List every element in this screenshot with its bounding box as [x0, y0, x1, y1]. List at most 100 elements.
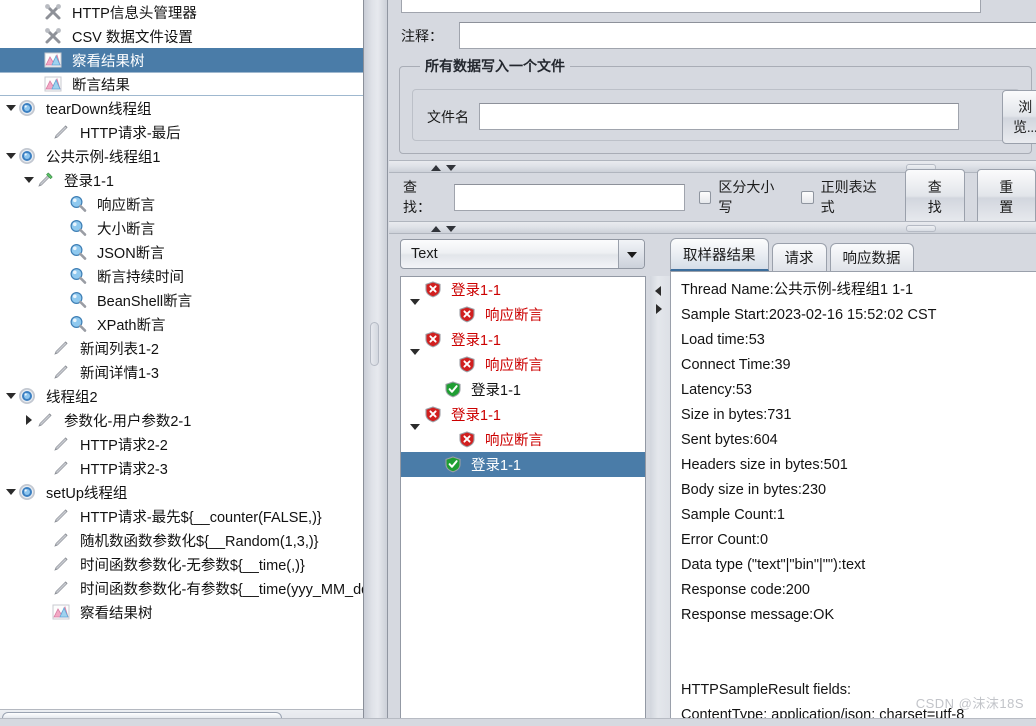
tree-item[interactable]: 察看结果树 — [0, 48, 363, 72]
comment-input[interactable] — [459, 22, 1036, 49]
tree-toggle-spacer — [38, 528, 52, 552]
tab-0[interactable]: 取样器结果 — [670, 238, 769, 271]
tree-item[interactable]: 察看结果树 — [0, 600, 363, 624]
main-vertical-splitter[interactable] — [364, 0, 388, 726]
tree-item[interactable]: BeanShell断言 — [0, 288, 363, 312]
chevron-down-icon[interactable] — [22, 168, 36, 192]
results-tree-row[interactable]: 登录1-1 — [401, 452, 645, 477]
pen-icon — [52, 339, 74, 357]
collapse-up-icon[interactable] — [431, 165, 441, 171]
tree-toggle-spacer — [38, 552, 52, 576]
browse-button[interactable]: 浏览... — [1002, 90, 1036, 144]
tree-item[interactable]: setUp线程组 — [0, 480, 363, 504]
collapse-left-icon[interactable] — [655, 286, 661, 296]
gear-icon — [18, 387, 40, 405]
results-tree-row[interactable]: 响应断言 — [401, 302, 645, 327]
reset-button[interactable]: 重置 — [976, 169, 1036, 225]
tree-item[interactable]: HTTP请求2-2 — [0, 432, 363, 456]
results-tree-row[interactable]: 登录1-1 — [401, 277, 645, 305]
tree-toggle-spacer — [30, 24, 44, 48]
collapse-up-icon-2[interactable] — [431, 226, 441, 232]
write-all-data-group: 所有数据写入一个文件 文件名 — [399, 56, 1032, 154]
tree-item[interactable]: 断言持续时间 — [0, 264, 363, 288]
sampler-result-text[interactable]: Thread Name:公共示例-线程组1 1-1 Sample Start:20… — [670, 271, 1036, 719]
tree-item[interactable]: CSV 数据文件设置 — [0, 24, 363, 48]
tree-item[interactable]: 新闻列表1-2 — [0, 336, 363, 360]
find-label: 查找： — [403, 181, 431, 216]
case-sensitive-checkbox[interactable] — [698, 190, 712, 204]
tree-item[interactable]: 时间函数参数化-有参数${__time(yyy_MM_dd H — [0, 576, 363, 600]
tree-item[interactable]: 时间函数参数化-无参数${__time(,)} — [0, 552, 363, 576]
status-pass-icon — [445, 381, 465, 398]
tree-item[interactable]: 断言结果 — [0, 72, 363, 96]
splitter-grip-horizontal-2[interactable] — [906, 225, 936, 232]
tree-item-label: CSV 数据文件设置 — [72, 29, 193, 46]
result-line: Data type ("text"|"bin"|""):text — [681, 557, 866, 573]
results-tree[interactable]: 登录1-1 响应断言 登录1-1 响应断言 登录1-1 登录1-1 响应断言 登录1-1 — [400, 276, 646, 719]
gear-icon — [18, 483, 40, 501]
tree-item[interactable]: HTTP请求2-3 — [0, 456, 363, 480]
find-button[interactable]: 查找 — [905, 169, 965, 225]
name-input[interactable] — [401, 0, 981, 13]
results-tree-row[interactable]: 登录1-1 — [401, 377, 645, 402]
results-tree-row[interactable]: 登录1-1 — [401, 402, 645, 430]
tree-item[interactable]: 新闻详情1-3 — [0, 360, 363, 384]
tree-item[interactable]: 公共示例-线程组1 — [0, 144, 363, 168]
result-blank-line — [681, 653, 1036, 678]
case-sensitive-checkbox-wrap[interactable]: 区分大小写 — [698, 177, 787, 217]
tree-toggle-spacer — [38, 456, 52, 480]
find-input[interactable] — [454, 183, 685, 211]
listener-config-panel: 注释： 所有数据写入一个文件 文件名 浏览... 查找： 区分大小写 正则表达式… — [389, 0, 1036, 726]
comment-row: 注释： — [401, 22, 1036, 49]
tree-item-label: setUp线程组 — [46, 485, 128, 502]
filename-input[interactable] — [479, 103, 959, 130]
group-inner-border: 文件名 — [412, 89, 1020, 141]
results-tree-row[interactable]: 响应断言 — [401, 352, 645, 377]
tree-toggle-spacer — [30, 48, 44, 72]
splitter-bar-bottom[interactable] — [389, 221, 1036, 234]
chevron-down-icon[interactable] — [618, 240, 644, 268]
regex-checkbox[interactable] — [800, 190, 814, 204]
collapse-down-icon[interactable] — [446, 165, 456, 171]
tab-1[interactable]: 请求 — [771, 243, 827, 271]
tree-item[interactable]: 随机数函数参数化${__Random(1,3,)} — [0, 528, 363, 552]
tree-item[interactable]: HTTP请求-最先${__counter(FALSE,)} — [0, 504, 363, 528]
chevron-down-icon[interactable] — [4, 480, 18, 504]
chevron-down-icon[interactable] — [4, 96, 18, 120]
regex-checkbox-wrap[interactable]: 正则表达式 — [800, 177, 889, 217]
name-row — [401, 0, 981, 13]
splitter-grip[interactable] — [370, 322, 379, 366]
collapse-down-icon-2[interactable] — [446, 226, 456, 232]
result-line: Latency:53 — [681, 382, 752, 398]
results-tree-row[interactable]: 响应断言 — [401, 427, 645, 452]
results-tree-label: 响应断言 — [485, 358, 543, 374]
tree-item[interactable]: JSON断言 — [0, 240, 363, 264]
chevron-down-icon[interactable] — [4, 384, 18, 408]
test-plan-tree[interactable]: HTTP信息头管理器 CSV 数据文件设置 察看结果树 断言结果 tearDown线程组… — [0, 0, 363, 708]
tree-item[interactable]: 线程组2 — [0, 384, 363, 408]
tree-item-label: HTTP请求2-3 — [80, 461, 168, 478]
tree-item[interactable]: 登录1-1 — [0, 168, 363, 192]
chart-icon — [52, 603, 74, 621]
results-inner-splitter[interactable] — [650, 276, 670, 719]
tree-item[interactable]: 响应断言 — [0, 192, 363, 216]
results-tree-label: 响应断言 — [485, 433, 543, 449]
tree-item[interactable]: tearDown线程组 — [0, 96, 363, 120]
tree-item[interactable]: HTTP信息头管理器 — [0, 0, 363, 24]
chevron-down-icon[interactable] — [4, 144, 18, 168]
tree-item[interactable]: XPath断言 — [0, 312, 363, 336]
collapse-right-icon[interactable] — [656, 304, 662, 314]
results-area: Text 登录1-1 响应断言 登录1-1 响应断言 登录1-1 登录1-1 响应断言 登录1… — [389, 234, 1036, 726]
result-line: Sample Count:1 — [681, 507, 785, 523]
tree-item[interactable]: 参数化-用户参数2-1 — [0, 408, 363, 432]
chevron-right-icon[interactable] — [22, 408, 36, 432]
result-line: Sample Start:2023-02-16 15:52:02 CST — [681, 307, 937, 323]
results-tree-row[interactable]: 登录1-1 — [401, 327, 645, 355]
render-type-select[interactable]: Text — [400, 239, 645, 269]
tab-2[interactable]: 响应数据 — [829, 243, 914, 271]
results-tree-label: 响应断言 — [485, 308, 543, 324]
tree-item[interactable]: 大小断言 — [0, 216, 363, 240]
tree-item[interactable]: HTTP请求-最后 — [0, 120, 363, 144]
tree-item-label: tearDown线程组 — [46, 101, 152, 118]
result-tabs[interactable]: 取样器结果 请求 响应数据 — [670, 237, 917, 271]
